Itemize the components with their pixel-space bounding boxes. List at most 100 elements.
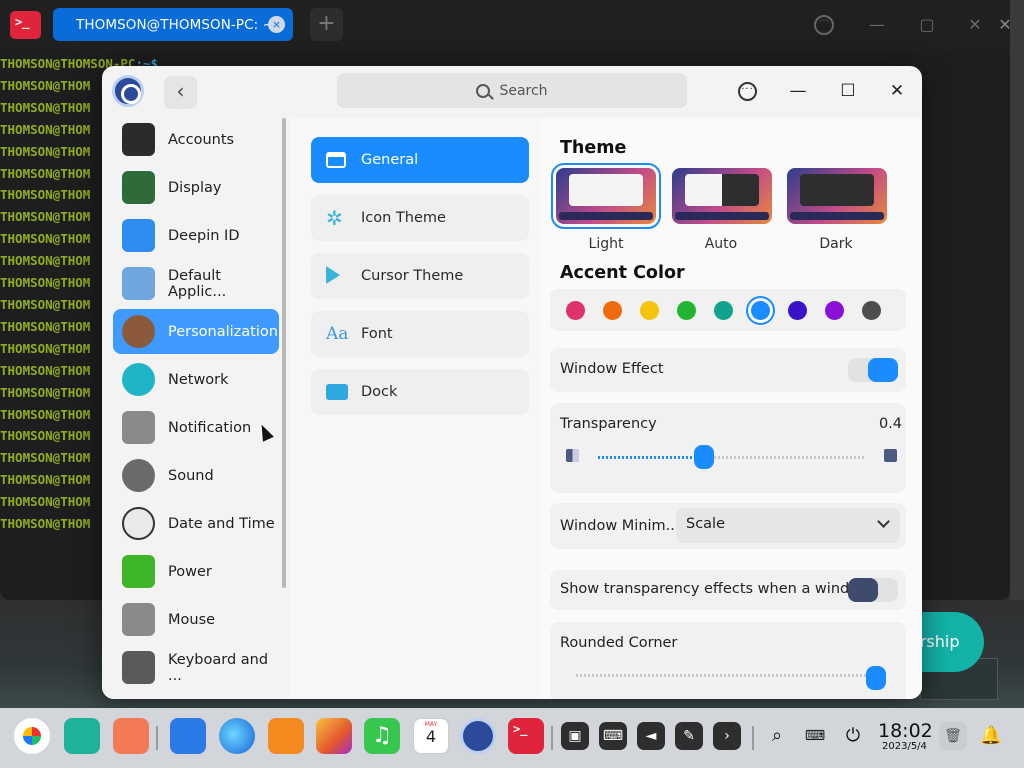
back-button[interactable]: ‹ [164, 76, 197, 109]
window-effect-toggle[interactable] [848, 358, 898, 382]
sidebar-item-date-and-time[interactable]: Date and Time [113, 501, 279, 546]
sidebar-item-notification[interactable]: Notification [113, 405, 279, 450]
menu-item-label: Cursor Theme [361, 268, 464, 284]
music-icon[interactable]: ♫ [364, 718, 400, 754]
tab-close-icon[interactable]: × [268, 16, 285, 33]
accent-color-swatch[interactable] [640, 301, 659, 320]
menu-item-dock[interactable]: Dock [311, 369, 529, 415]
mouse-icon [122, 603, 155, 636]
general-settings-panel: Theme Light Auto Dark Accent Color Windo… [540, 118, 922, 699]
theme-dark-card[interactable] [787, 168, 887, 224]
calendar-day: 4 [425, 727, 437, 746]
terminal-minimize-icon[interactable]: — [866, 14, 888, 36]
sidebar-item-display[interactable]: Display [113, 165, 279, 210]
theme-heading: Theme [560, 138, 627, 158]
network-icon [122, 363, 155, 396]
menu-item-label: General [361, 152, 419, 168]
sidebar-item-default-applic[interactable]: Default Applic... [113, 261, 279, 306]
more-options-icon[interactable]: ··· [738, 82, 757, 101]
show-transparency-toggle[interactable] [848, 578, 898, 602]
accent-color-swatch[interactable] [566, 301, 585, 320]
workspace-icon[interactable] [113, 718, 149, 754]
terminal-menu-icon[interactable]: ··· [814, 15, 834, 35]
menu-item-cursor-theme[interactable]: Cursor Theme [311, 253, 529, 299]
sidebar-item-label: Default Applic... [168, 267, 227, 300]
rounded-corner-slider-handle[interactable] [866, 666, 886, 690]
transparency-slider-handle[interactable] [694, 445, 715, 469]
onscreen-keyboard-icon[interactable]: ⌨ [599, 722, 627, 750]
accent-color-swatch[interactable] [603, 301, 622, 320]
show-transparency-label: Show transparency effects when a windo..… [560, 581, 872, 597]
file-manager-icon[interactable] [170, 718, 206, 754]
search-placeholder: Search [499, 82, 548, 99]
accent-color-swatch[interactable] [862, 301, 881, 320]
notification-bell-icon[interactable]: 🔔 [977, 722, 1005, 750]
expand-tray-icon[interactable]: › [713, 722, 741, 750]
sidebar-item-personalization[interactable]: Personalization [113, 309, 279, 354]
multitasking-icon[interactable] [64, 718, 100, 754]
maximize-icon[interactable]: ☐ [836, 79, 860, 103]
rounded-corner-slider-track[interactable] [576, 674, 876, 677]
clock-icon [122, 507, 155, 540]
accent-color-swatch[interactable] [714, 301, 733, 320]
close-icon[interactable]: ✕ [885, 79, 909, 103]
search-icon[interactable]: ⌕ [763, 722, 791, 750]
window-minimize-select[interactable]: Scale [676, 508, 900, 543]
sidebar-scrollbar[interactable] [282, 118, 286, 588]
theme-light-card[interactable] [551, 163, 661, 229]
volume-muted-icon[interactable]: ◄ [637, 722, 665, 750]
sidebar-item-accounts[interactable]: Accounts [113, 117, 279, 162]
clock-date[interactable]: 2023/5/4 [882, 741, 927, 752]
sidebar-item-network[interactable]: Network [113, 357, 279, 402]
show-transparency-toggle-knob [848, 578, 878, 602]
terminal-close-icon[interactable]: ✕ [964, 14, 986, 36]
show-transparency-row: Show transparency effects when a windo..… [550, 570, 906, 610]
flower-icon: ✲ [326, 206, 343, 230]
terminal-scrollbar[interactable] [1010, 0, 1024, 700]
sidebar-item-label: Network [168, 371, 229, 388]
sidebar-item-keyboard-and[interactable]: Keyboard and ... [113, 645, 279, 690]
sidebar-item-mouse[interactable]: Mouse [113, 597, 279, 642]
default-apps-icon [122, 267, 155, 300]
menu-item-general[interactable]: General [311, 137, 529, 183]
menu-item-font[interactable]: Aa Font [311, 311, 529, 357]
sidebar-item-label: Sound [168, 467, 214, 484]
accent-color-swatch[interactable] [825, 301, 844, 320]
transparency-slider-fill [598, 456, 705, 459]
calendar-icon[interactable]: MAY 4 [413, 718, 449, 754]
power-icon[interactable]: ⏻ [839, 722, 867, 750]
add-tab-button[interactable]: + [310, 8, 343, 41]
control-center-icon[interactable] [460, 718, 496, 754]
sidebar-item-label: Keyboard and ... [168, 651, 269, 684]
terminal-tab[interactable]: THOMSON@THOMSON-PC: ~ × [53, 8, 293, 41]
window-minimize-value: Scale [686, 516, 726, 532]
menu-item-icon-theme[interactable]: ✲ Icon Theme [311, 195, 529, 241]
sidebar-item-sound[interactable]: Sound [113, 453, 279, 498]
accent-color-swatch[interactable] [751, 301, 770, 320]
window-minimize-label: Window Minim... [560, 518, 680, 534]
accent-color-swatch[interactable] [677, 301, 696, 320]
sidebar-item-deepin-id[interactable]: Deepin ID [113, 213, 279, 258]
sidebar-item-power[interactable]: Power [113, 549, 279, 594]
keyboard-layout-icon[interactable]: ⌨ [801, 722, 829, 750]
terminal-maximize-icon[interactable]: ▢ [916, 14, 938, 36]
speaker-icon [122, 459, 155, 492]
clock-time[interactable]: 18:02 [878, 720, 933, 742]
app-store-icon[interactable] [268, 718, 304, 754]
launcher-icon[interactable] [14, 718, 50, 754]
pen-icon[interactable]: ✎ [675, 722, 703, 750]
accent-color-swatch[interactable] [788, 301, 807, 320]
theme-auto-label: Auto [704, 236, 738, 252]
chevron-down-icon [877, 515, 890, 528]
terminal-app-icon[interactable]: >_ [10, 11, 41, 39]
search-input[interactable]: Search [337, 73, 687, 108]
minimize-icon[interactable]: — [786, 79, 810, 103]
trash-icon[interactable]: 🗑 [939, 722, 967, 750]
theme-auto-card[interactable] [672, 168, 772, 224]
control-center-logo-icon [112, 75, 144, 107]
screenshot-icon[interactable]: ▣ [561, 722, 589, 750]
taskbar-separator [156, 726, 158, 750]
terminal-icon[interactable]: >_ [508, 718, 544, 754]
image-viewer-icon[interactable] [316, 718, 352, 754]
browser-icon[interactable] [219, 718, 255, 754]
